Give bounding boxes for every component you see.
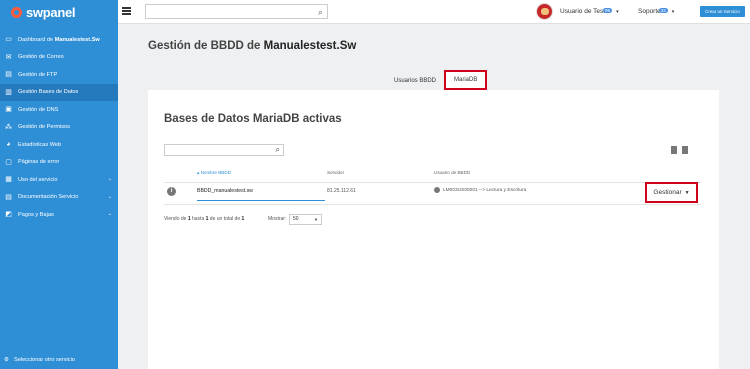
sidebar-item-permissions[interactable]: ⁂ Gestión de Permisos: [0, 119, 118, 137]
dns-icon: ▣: [5, 106, 12, 114]
tab-mariadb[interactable]: MariaDB: [444, 70, 488, 90]
tab-db-users[interactable]: Usuarios BBDD: [388, 72, 442, 90]
divider: [164, 204, 701, 205]
manage-button-label: Gestionar: [653, 189, 682, 196]
sort-arrow-icon: ▴: [197, 170, 200, 175]
db-user-text: LM003US00001 --> Lectura y Escritura: [443, 187, 527, 193]
logo-text: swpanel: [26, 4, 76, 20]
caret-down-icon: ▾: [671, 9, 675, 15]
sidebar-item-label: Estadísticas Web: [18, 141, 62, 148]
search-icon[interactable]: ⌕: [276, 145, 280, 155]
tabs: Usuarios BBDD MariaDB: [388, 70, 488, 90]
divider: [164, 182, 701, 183]
db-name-cell: BBDD_manualestest.sw: [197, 188, 253, 194]
sidebar-item-docs[interactable]: ▤ Documentación Servicio ⌄: [0, 189, 118, 207]
error-page-icon: ▢: [5, 158, 12, 166]
payments-icon: ◩: [5, 211, 12, 219]
logo[interactable]: swpanel: [0, 0, 118, 24]
caret-down-icon: ▾: [616, 9, 619, 15]
select-service-label: Seleccionar otro servicio: [14, 357, 75, 363]
docs-icon: ▤: [5, 193, 12, 201]
caret-down-icon: ▼: [684, 189, 690, 196]
column-header-server[interactable]: Servidor: [327, 170, 344, 175]
database-icon: ▥: [5, 88, 12, 96]
sidebar-item-label: Gestión de DNS: [18, 106, 59, 113]
info-icon[interactable]: i: [167, 187, 176, 196]
sidebar-item-label: Dashboard de Manualestest.Sw: [18, 36, 100, 43]
chevron-down-icon: ⌄: [107, 176, 112, 182]
sidebar-item-payments[interactable]: ◩ Pagos y Bajas ⌄: [0, 206, 118, 224]
export-csv-icon[interactable]: [671, 146, 677, 154]
support-badge: 32: [658, 8, 668, 13]
user-name: Usuario de Test: [560, 8, 606, 15]
page-size-value: 50: [293, 216, 299, 222]
pagination-info: Viendo de 1 hasta 1 de un total de 1: [164, 216, 245, 222]
server-cell: 81.25.112.61: [327, 188, 356, 194]
sidebar-item-mail[interactable]: ✉ Gestión de Correo: [0, 49, 118, 67]
permissions-icon: ⁂: [5, 123, 12, 131]
column-header-user[interactable]: Usuario de BBDD: [434, 170, 470, 175]
sidebar-item-label: Gestión de FTP: [18, 71, 58, 78]
user-menu[interactable]: Usuario de Test99 ▾: [560, 8, 619, 15]
sidebar-item-stats[interactable]: ◕ Estadísticas Web: [0, 136, 118, 154]
search-input[interactable]: ⌕: [145, 4, 328, 19]
search-icon[interactable]: ⌕: [318, 7, 323, 18]
caret-down-icon: ▼: [314, 217, 318, 222]
sidebar-item-dashboard[interactable]: ▭ Dashboard de Manualestest.Sw: [0, 31, 118, 49]
export-pdf-icon[interactable]: [682, 146, 688, 154]
sidebar-item-label: Gestión de Correo: [18, 54, 64, 61]
export-icons: [671, 146, 688, 154]
db-name-underline: [197, 200, 325, 201]
avatar[interactable]: [536, 3, 553, 20]
dashboard-icon: ▭: [5, 36, 12, 44]
support-label: Soporte: [638, 8, 661, 15]
page-title: Gestión de BBDD de Manualestest.Sw: [148, 40, 357, 52]
sidebar-item-dns[interactable]: ▣ Gestión de DNS: [0, 101, 118, 119]
sidebar-item-error-pages[interactable]: ▢ Páginas de error: [0, 154, 118, 172]
ftp-icon: ▤: [5, 71, 12, 79]
gear-icon: ⚙: [4, 357, 10, 363]
topbar: ⌕ Usuario de Test99 ▾ Soporte32 ▾ Crear un…: [118, 0, 750, 24]
logo-icon: [11, 6, 22, 18]
sidebar-item-label: Gestión de Permisos: [18, 124, 70, 131]
databases-panel: Bases de Datos MariaDB activas ⌕ ▴ Nombr…: [148, 90, 719, 369]
sidebar-item-label: Documentación Servicio: [18, 194, 79, 201]
menu-icon[interactable]: [122, 7, 131, 15]
panel-title: Bases de Datos MariaDB activas: [164, 113, 342, 125]
usage-icon: ▦: [5, 176, 12, 184]
manage-button[interactable]: Gestionar ▼: [645, 182, 698, 203]
page-size-label: Mostrar:: [268, 216, 287, 222]
table-search-input[interactable]: ⌕: [164, 144, 284, 156]
mail-icon: ✉: [5, 53, 12, 61]
select-service-link[interactable]: ⚙ Seleccionar otro servicio: [4, 357, 75, 363]
stats-icon: ◕: [6, 141, 11, 149]
user-status-icon: [434, 187, 440, 193]
support-menu[interactable]: Soporte32 ▾: [638, 8, 674, 15]
sidebar-item-databases[interactable]: ▥ Gestión Bases de Datos: [0, 83, 118, 101]
user-badge: 99: [603, 8, 613, 13]
sidebar-item-label: Pagos y Bajas: [18, 211, 54, 218]
db-user-cell: LM003US00001 --> Lectura y Escritura: [434, 187, 526, 193]
chevron-down-icon: ⌄: [107, 211, 112, 217]
sidebar-item-usage[interactable]: ▦ Uso del servicio ⌄: [0, 171, 118, 189]
sidebar-item-label: Uso del servicio: [18, 176, 58, 183]
create-service-button[interactable]: Crear un Servicio: [700, 6, 745, 17]
sidebar-item-label: Páginas de error: [18, 159, 60, 166]
sidebar-item-ftp[interactable]: ▤ Gestión de FTP: [0, 66, 118, 84]
sidebar-nav: ▭ Dashboard de Manualestest.Sw ✉ Gestión…: [0, 31, 118, 224]
column-header-name[interactable]: ▴ Nombre BBDD: [197, 170, 231, 176]
chevron-down-icon: ⌄: [107, 193, 112, 200]
sidebar: swpanel ▭ Dashboard de Manualestest.Sw ✉…: [0, 0, 118, 369]
sidebar-item-label: Gestión Bases de Datos: [18, 89, 79, 96]
page-size-select[interactable]: 50 ▼: [289, 214, 322, 225]
